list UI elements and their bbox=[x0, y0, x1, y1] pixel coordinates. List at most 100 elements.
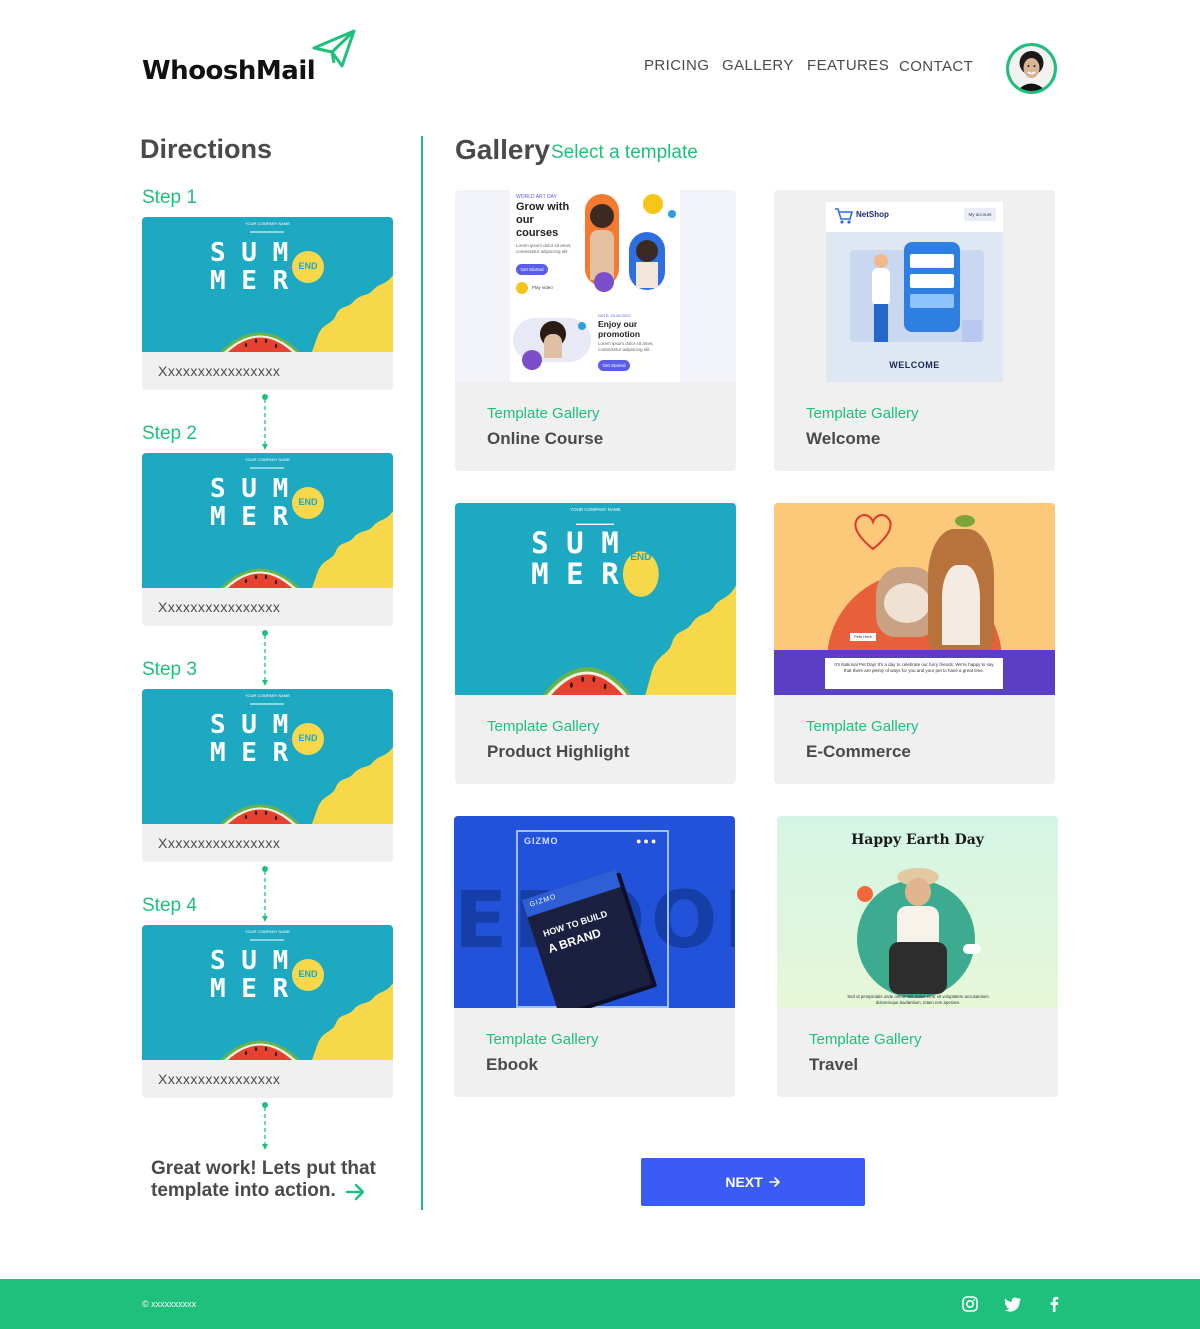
step-4-caption: Xxxxxxxxxxxxxxxx bbox=[158, 1071, 281, 1087]
template-card-ebook[interactable]: EBOOK GIZMO ●●● GIZMO HOW TO BUILD A BRA… bbox=[454, 816, 735, 1097]
travel-thumbnail: Happy Earth Day Sed ut perspiciatis unde… bbox=[777, 816, 1058, 1008]
ebook-brand: GIZMO bbox=[524, 836, 559, 846]
welcome-account-button: My account bbox=[964, 208, 996, 221]
summer-line-2: M E R bbox=[531, 556, 619, 591]
card-name: Travel bbox=[809, 1055, 859, 1074]
step-3-caption: Xxxxxxxxxxxxxxxx bbox=[158, 835, 281, 851]
online-course-headline: Grow with our courses bbox=[516, 201, 570, 239]
logo-text[interactable]: WhooshMail bbox=[142, 56, 316, 86]
summer-line-2: M E R bbox=[210, 974, 289, 1004]
online-course-thumbnail: WORLD ART DAY Grow with our courses Lore… bbox=[455, 190, 736, 382]
travel-body: Sed ut perspiciatis unde omnis iste natu… bbox=[847, 994, 989, 1005]
card-name: E-Commerce bbox=[806, 742, 911, 761]
page: WhooshMail PRICING GALLERY FEATURES CONT… bbox=[0, 0, 1200, 1329]
e-commerce-thumbnail: Pets Here It's National Pet Day! It's a … bbox=[774, 503, 1055, 695]
product-highlight-thumbnail: YOUR COMPANY NAME S U M M E R END bbox=[455, 503, 736, 695]
card-category: Template Gallery bbox=[487, 405, 600, 422]
summer-line-1: S U M bbox=[210, 710, 289, 740]
ebook-thumbnail: EBOOK GIZMO ●●● GIZMO HOW TO BUILD A BRA… bbox=[454, 816, 735, 1008]
nav-features[interactable]: FEATURES bbox=[807, 57, 889, 74]
summer-line-1: S U M bbox=[210, 946, 289, 976]
step-3-thumbnail: YOUR COMPANY NAME S U M M E R END bbox=[142, 689, 393, 824]
summer-company: YOUR COMPANY NAME bbox=[244, 693, 291, 698]
summer-badge: END bbox=[630, 552, 652, 564]
e-commerce-tag: Pets Here bbox=[850, 633, 876, 641]
step-connector bbox=[262, 630, 268, 686]
gallery-subtitle: Select a template bbox=[551, 142, 698, 163]
summer-badge: END bbox=[298, 497, 318, 507]
step-2-label: Step 2 bbox=[142, 423, 197, 444]
avatar[interactable] bbox=[1006, 43, 1057, 94]
nav-contact[interactable]: CONTACT bbox=[899, 58, 973, 75]
welcome-thumbnail: NetShop My account WELCOME bbox=[774, 190, 1055, 382]
template-card-welcome[interactable]: NetShop My account WELCOME Template Gall… bbox=[774, 190, 1055, 471]
card-category: Template Gallery bbox=[806, 718, 919, 735]
card-name: Ebook bbox=[486, 1055, 538, 1074]
nav-gallery[interactable]: GALLERY bbox=[722, 57, 794, 74]
arrow-right-icon[interactable] bbox=[345, 1182, 367, 1202]
online-course-cta: Get Started bbox=[516, 264, 548, 275]
card-category: Template Gallery bbox=[806, 405, 919, 422]
online-course-play: Play video bbox=[532, 285, 553, 290]
summer-line-2: M E R bbox=[210, 502, 289, 532]
summer-line-1: S U M bbox=[210, 238, 289, 268]
gallery-title: Gallery bbox=[455, 134, 550, 165]
online-course-headline-2: Enjoy our promotion bbox=[598, 319, 641, 339]
arrow-right-icon bbox=[768, 1177, 780, 1187]
step-1-card[interactable]: YOUR COMPANY NAME S U M M E R END Xxxxxx… bbox=[142, 217, 393, 390]
summer-company: YOUR COMPANY NAME bbox=[244, 457, 291, 462]
travel-headline: Happy Earth Day bbox=[851, 832, 984, 848]
online-course-kicker: WORLD ART DAY bbox=[516, 194, 557, 200]
template-card-online-course[interactable]: WORLD ART DAY Grow with our courses Lore… bbox=[455, 190, 736, 471]
summer-badge: END bbox=[298, 261, 318, 271]
nav-pricing[interactable]: PRICING bbox=[644, 57, 709, 74]
card-category: Template Gallery bbox=[487, 718, 600, 735]
online-course-body: Lorem ipsum dolor sit amet, consectetur … bbox=[516, 243, 572, 254]
step-2-caption: Xxxxxxxxxxxxxxxx bbox=[158, 599, 281, 615]
online-course-body-2: Lorem ipsum dolor sit amet, consectetur … bbox=[598, 341, 654, 352]
summer-company: YOUR COMPANY NAME bbox=[570, 507, 621, 513]
instagram-icon[interactable] bbox=[961, 1295, 979, 1313]
card-name: Online Course bbox=[487, 429, 604, 448]
copyright-text: © xxxxxxxxxx bbox=[142, 1299, 197, 1309]
e-commerce-body: It's National Pet Day! It's a day to cel… bbox=[825, 658, 1003, 689]
card-name: Product Highlight bbox=[487, 742, 630, 761]
step-1-label: Step 1 bbox=[142, 187, 197, 208]
template-card-product-highlight[interactable]: YOUR COMPANY NAME S U M M E R END Templa… bbox=[455, 503, 736, 784]
card-name: Welcome bbox=[806, 429, 881, 448]
step-connector bbox=[262, 394, 268, 450]
step-3-label: Step 3 bbox=[142, 659, 197, 680]
next-button[interactable]: NEXT bbox=[641, 1158, 865, 1206]
step-2-thumbnail: YOUR COMPANY NAME S U M M E R END bbox=[142, 453, 393, 588]
step-2-card[interactable]: YOUR COMPANY NAME S U M M E R END Xxxxxx… bbox=[142, 453, 393, 626]
next-button-label: NEXT bbox=[725, 1174, 763, 1190]
welcome-caption: WELCOME bbox=[889, 360, 940, 370]
step-4-thumbnail: YOUR COMPANY NAME S U M M E R END bbox=[142, 925, 393, 1060]
step-connector bbox=[262, 1102, 268, 1150]
summer-company: YOUR COMPANY NAME bbox=[244, 929, 291, 934]
step-3-card[interactable]: YOUR COMPANY NAME S U M M E R END Xxxxxx… bbox=[142, 689, 393, 862]
step-1-thumbnail: YOUR COMPANY NAME S U M M E R END bbox=[142, 217, 393, 352]
facebook-icon[interactable] bbox=[1045, 1295, 1063, 1313]
avatar-portrait-icon bbox=[1009, 46, 1054, 91]
step-4-card[interactable]: YOUR COMPANY NAME S U M M E R END Xxxxxx… bbox=[142, 925, 393, 1098]
paper-plane-logo-icon bbox=[312, 29, 356, 68]
summer-badge: END bbox=[298, 969, 318, 979]
cart-icon bbox=[835, 208, 854, 224]
summer-line-1: S U M bbox=[210, 474, 289, 504]
step-4-label: Step 4 bbox=[142, 895, 197, 916]
twitter-icon[interactable] bbox=[1004, 1295, 1022, 1313]
card-category: Template Gallery bbox=[809, 1031, 922, 1048]
online-course-cta-2: Get Started bbox=[598, 360, 630, 371]
card-category: Template Gallery bbox=[486, 1031, 599, 1048]
summer-company: YOUR COMPANY NAME bbox=[244, 221, 291, 226]
step-connector bbox=[262, 866, 268, 922]
directions-title: Directions bbox=[140, 134, 273, 164]
column-divider bbox=[421, 136, 423, 1210]
template-card-travel[interactable]: Happy Earth Day Sed ut perspiciatis unde… bbox=[777, 816, 1058, 1097]
summer-line-2: M E R bbox=[210, 266, 289, 296]
summer-line-1: S U M bbox=[531, 525, 619, 560]
step-1-caption: Xxxxxxxxxxxxxxxx bbox=[158, 363, 281, 379]
template-card-e-commerce[interactable]: Pets Here It's National Pet Day! It's a … bbox=[774, 503, 1055, 784]
footer: © xxxxxxxxxx bbox=[0, 1279, 1200, 1329]
